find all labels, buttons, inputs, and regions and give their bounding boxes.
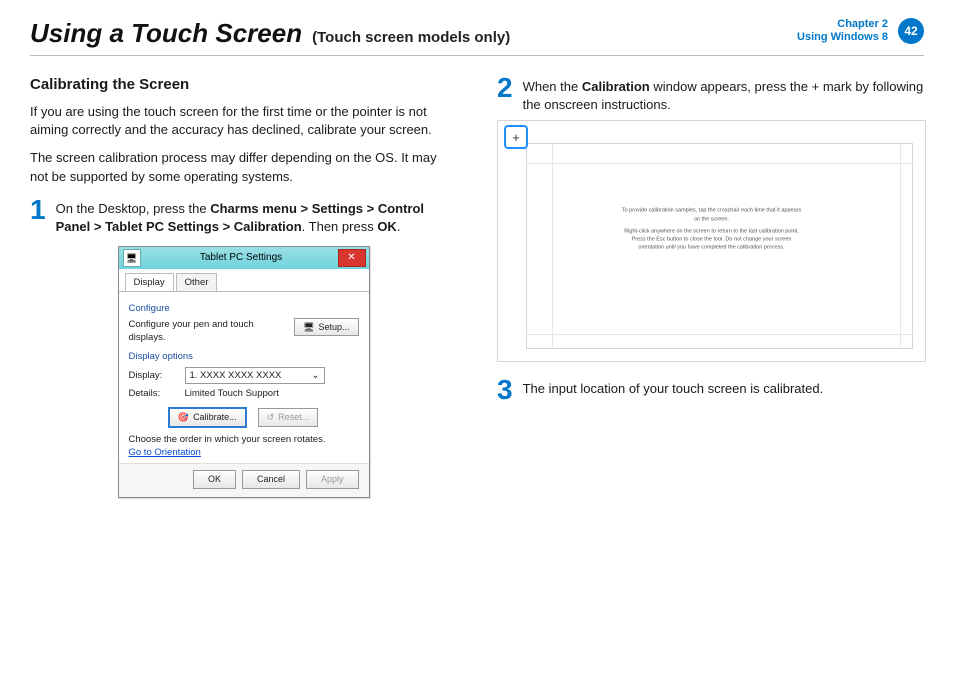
page-subtitle: (Touch screen models only)	[312, 29, 510, 46]
step-number-2: 2	[497, 74, 513, 114]
calibration-window-screenshot: + To provide calibration samples, tap th…	[497, 120, 926, 362]
details-value: Limited Touch Support	[185, 387, 279, 400]
tablet-pc-settings-dialog: 🖥 Tablet PC Settings ✕ Display Other Con…	[118, 246, 370, 498]
right-column: 2 When the Calibration window appears, p…	[497, 74, 924, 498]
orientation-link[interactable]: Go to Orientation	[129, 446, 359, 459]
monitor-icon: 🖥	[303, 321, 314, 334]
rotate-text: Choose the order in which your screen ro…	[129, 433, 359, 446]
intro-paragraph-2: The screen calibration process may diffe…	[30, 149, 457, 185]
display-options-heading: Display options	[129, 350, 359, 363]
section-heading: Calibrating the Screen	[30, 74, 457, 95]
chapter-label: Chapter 2 Using Windows 8	[797, 18, 888, 44]
reset-icon: ↺	[267, 411, 275, 424]
details-label: Details:	[129, 387, 175, 400]
step-3-text: The input location of your touch screen …	[523, 376, 924, 404]
setup-button[interactable]: 🖥Setup...	[294, 318, 358, 337]
chevron-down-icon: ⌄	[312, 369, 320, 382]
dialog-titlebar: 🖥 Tablet PC Settings ✕	[119, 247, 369, 269]
calibration-instructions: To provide calibration samples, tap the …	[622, 207, 802, 252]
page-number-badge: 42	[898, 18, 924, 44]
step-1-text: On the Desktop, press the Charms menu > …	[56, 196, 457, 236]
left-column: Calibrating the Screen If you are using …	[30, 74, 457, 498]
tab-display[interactable]: Display	[125, 273, 174, 291]
step-1: 1 On the Desktop, press the Charms menu …	[30, 196, 457, 236]
ok-button[interactable]: OK	[193, 470, 236, 489]
page-header: Using a Touch Screen (Touch screen model…	[30, 18, 924, 56]
step-number-3: 3	[497, 376, 513, 404]
display-select[interactable]: 1. XXXX XXXX XXXX⌄	[185, 367, 325, 384]
configure-desc: Configure your pen and touch displays.	[129, 318, 287, 345]
step-2: 2 When the Calibration window appears, p…	[497, 74, 924, 114]
page-title: Using a Touch Screen	[30, 18, 302, 49]
intro-paragraph-1: If you are using the touch screen for th…	[30, 103, 457, 139]
dialog-title: Tablet PC Settings	[145, 251, 338, 265]
tab-other[interactable]: Other	[176, 273, 218, 291]
reset-button[interactable]: ↺Reset...	[258, 408, 319, 427]
crosshair-icon: +	[504, 125, 528, 149]
step-number-1: 1	[30, 196, 46, 236]
dialog-app-icon: 🖥	[123, 249, 141, 267]
step-3: 3 The input location of your touch scree…	[497, 376, 924, 404]
configure-heading: Configure	[129, 302, 359, 315]
step-2-text: When the Calibration window appears, pre…	[523, 74, 924, 114]
calibrate-button[interactable]: 🎯Calibrate...	[169, 408, 246, 427]
cancel-button[interactable]: Cancel	[242, 470, 300, 489]
apply-button[interactable]: Apply	[306, 470, 359, 489]
close-icon[interactable]: ✕	[338, 249, 366, 267]
target-icon: 🎯	[178, 411, 189, 424]
display-label: Display:	[129, 369, 175, 382]
